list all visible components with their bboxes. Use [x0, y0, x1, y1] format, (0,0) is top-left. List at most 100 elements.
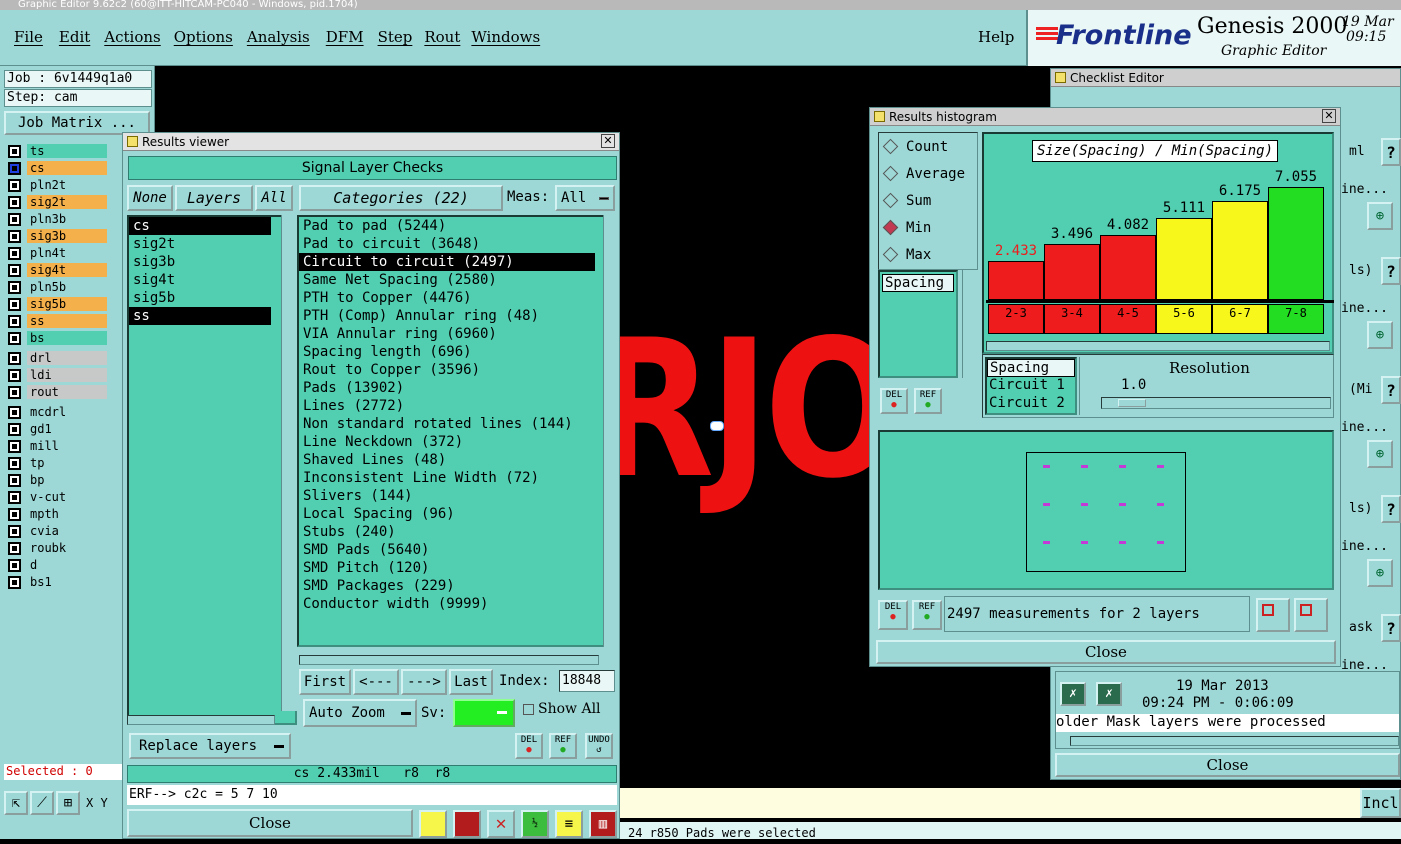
layer-checkbox[interactable]: [8, 507, 21, 521]
layer-row-d[interactable]: d: [0, 557, 125, 573]
zoom-icon[interactable]: ⊕: [1367, 559, 1393, 587]
layer-row-sig5b[interactable]: sig5b: [0, 296, 125, 312]
zoom-tool-icon[interactable]: ⇱: [4, 791, 28, 815]
selection-item[interactable]: Spacing: [987, 359, 1075, 377]
category-item[interactable]: Pads (13902): [299, 379, 595, 397]
layer-checkbox[interactable]: [8, 229, 21, 243]
histogram-option-min[interactable]: Min: [879, 214, 977, 241]
histogram-option-average[interactable]: Average: [879, 160, 977, 187]
layer-row-roubk[interactable]: roubk: [0, 540, 125, 556]
layer-checkbox[interactable]: [8, 246, 21, 260]
layer-checkbox[interactable]: [8, 351, 21, 365]
del-icon[interactable]: DEL ●: [878, 600, 908, 630]
category-item[interactable]: Pad to circuit (3648): [299, 235, 595, 253]
layer-row-mpth[interactable]: mpth: [0, 506, 125, 522]
layer-row-cvia[interactable]: cvia: [0, 523, 125, 539]
category-item[interactable]: SMD Pitch (120): [299, 559, 595, 577]
resolution-slider-thumb[interactable]: [1118, 399, 1146, 407]
histogram-option-sum[interactable]: Sum: [879, 187, 977, 214]
del-icon[interactable]: DEL ●: [515, 733, 543, 759]
category-item[interactable]: Circuit to circuit (2497): [299, 253, 595, 271]
close-icon[interactable]: ✕: [601, 134, 615, 148]
histogram-bar[interactable]: [1268, 187, 1324, 300]
next-button[interactable]: --->: [401, 669, 447, 695]
layer-checkbox[interactable]: [8, 524, 21, 538]
layer-checkbox[interactable]: [8, 575, 21, 589]
selection-item[interactable]: Circuit 2: [987, 395, 1075, 413]
undo-icon[interactable]: UNDO ↺: [585, 733, 613, 759]
layer-row-pln2t[interactable]: pln2t: [0, 177, 125, 193]
results-viewer-close-button[interactable]: Close: [127, 809, 413, 837]
menu-file[interactable]: File: [14, 28, 43, 46]
radio-icon[interactable]: [882, 192, 899, 209]
layers-button[interactable]: Layers: [175, 185, 253, 211]
category-item[interactable]: Inconsistent Line Width (72): [299, 469, 595, 487]
help-icon[interactable]: ?: [1381, 376, 1401, 404]
histogram-option-count[interactable]: Count: [879, 133, 977, 160]
category-list[interactable]: Pad to pad (5244) Pad to circuit (3648) Ci…: [297, 215, 619, 647]
result-layer-item[interactable]: sig4t: [129, 271, 271, 289]
layer-name[interactable]: cs: [27, 161, 107, 175]
layer-row-pln4t[interactable]: pln4t: [0, 245, 125, 261]
measurement-marker[interactable]: [1043, 541, 1050, 544]
layer-checkbox[interactable]: [8, 368, 21, 382]
histogram-hscroll[interactable]: [986, 341, 1330, 351]
resolution-slider[interactable]: [1101, 397, 1331, 409]
layer-name[interactable]: sig3b: [27, 229, 107, 243]
first-button[interactable]: First: [299, 669, 351, 695]
layer-name[interactable]: roubk: [27, 541, 107, 555]
layer-list-vscroll[interactable]: [281, 215, 297, 711]
layer-checkbox[interactable]: [8, 280, 21, 294]
layer-checkbox[interactable]: [8, 558, 21, 572]
layer-row-gd1[interactable]: gd1: [0, 421, 125, 437]
category-item[interactable]: Conductor width (9999): [299, 595, 595, 613]
category-item[interactable]: SMD Packages (229): [299, 577, 595, 595]
close-icon[interactable]: ✕: [1322, 109, 1336, 123]
layer-name[interactable]: cvia: [27, 524, 107, 538]
histogram-bar[interactable]: [1156, 218, 1212, 300]
layer-row-rout[interactable]: rout: [0, 384, 125, 400]
category-item[interactable]: Stubs (240): [299, 523, 595, 541]
layer-name[interactable]: pln4t: [27, 246, 107, 260]
category-list-vscroll[interactable]: [603, 215, 619, 647]
run-icon[interactable]: ✗: [1060, 682, 1086, 706]
menu-edit[interactable]: Edit: [59, 28, 90, 46]
severity-select[interactable]: [453, 699, 515, 727]
layer-checkbox[interactable]: [8, 263, 21, 277]
layer-checkbox[interactable]: [8, 405, 21, 419]
index-input[interactable]: 18848: [559, 670, 615, 692]
layer-checkbox[interactable]: [8, 541, 21, 555]
layer-name[interactable]: sig5b: [27, 297, 107, 311]
category-item[interactable]: Slivers (144): [299, 487, 595, 505]
layer-name[interactable]: mill: [27, 439, 107, 453]
histogram-bar[interactable]: [1044, 244, 1100, 300]
category-item[interactable]: Spacing length (696): [299, 343, 595, 361]
histogram-bar[interactable]: [1212, 201, 1268, 300]
layer-row-pln5b[interactable]: pln5b: [0, 279, 125, 295]
ref-icon[interactable]: REF ●: [549, 733, 577, 759]
category-item[interactable]: VIA Annular ring (6960): [299, 325, 595, 343]
help-icon[interactable]: ?: [1381, 614, 1401, 642]
category-item[interactable]: SMD Pads (5640): [299, 541, 595, 559]
help-icon[interactable]: ?: [1381, 257, 1401, 285]
last-button[interactable]: Last: [449, 669, 493, 695]
measurement-marker[interactable]: [1157, 503, 1164, 506]
category-item[interactable]: PTH (Comp) Annular ring (48): [299, 307, 595, 325]
prev-button[interactable]: <---: [353, 669, 399, 695]
selection-item[interactable]: Circuit 1: [987, 377, 1075, 395]
layer-checkbox[interactable]: [8, 161, 21, 175]
measurement-marker[interactable]: [1043, 465, 1050, 468]
category-item[interactable]: Non standard rotated lines (144): [299, 415, 595, 433]
measurement-marker[interactable]: [1043, 503, 1050, 506]
histogram-option-max[interactable]: Max: [879, 241, 977, 268]
menu-analysis[interactable]: Analysis: [247, 28, 310, 46]
layer-row-ts[interactable]: ts: [0, 143, 125, 159]
layer-checkbox[interactable]: [8, 490, 21, 504]
result-layer-item[interactable]: sig2t: [129, 235, 271, 253]
layer-name[interactable]: drl: [27, 351, 107, 365]
radio-icon[interactable]: [882, 219, 899, 236]
layer-checkbox[interactable]: [8, 178, 21, 192]
preview-box[interactable]: [1026, 452, 1186, 572]
layer-row-bs1[interactable]: bs1: [0, 574, 125, 590]
radio-icon[interactable]: [882, 246, 899, 263]
